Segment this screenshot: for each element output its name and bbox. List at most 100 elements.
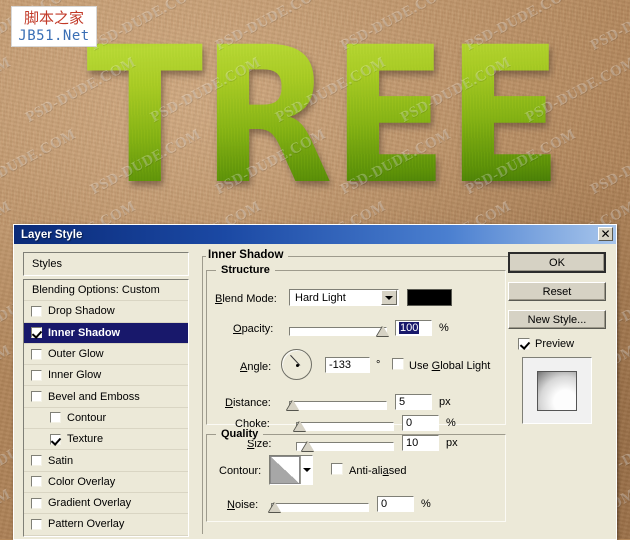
angle-unit: °: [376, 359, 381, 371]
jb51-watermark-logo: 脚本之家 JB51.Net: [11, 6, 97, 47]
ok-button[interactable]: OK: [508, 252, 606, 273]
choke-value: 0: [406, 417, 413, 429]
style-row-texture[interactable]: Texture: [24, 429, 188, 451]
distance-label: Distance:: [225, 397, 271, 409]
styles-header-label: Styles: [32, 258, 62, 270]
distance-value: 5: [399, 396, 406, 408]
noise-slider-track[interactable]: [271, 503, 369, 512]
chevron-down-icon[interactable]: [300, 456, 312, 484]
contour-label: Contour:: [219, 465, 262, 477]
style-row-label: Inner Shadow: [48, 326, 121, 339]
jb51-logo-chinese: 脚本之家: [23, 8, 84, 27]
noise-unit: %: [421, 498, 431, 510]
style-row-label: Bevel and Emboss: [48, 390, 140, 403]
opacity-slider-track[interactable]: [289, 327, 387, 336]
angle-dial[interactable]: [281, 349, 312, 380]
style-row-bevel-and-emboss[interactable]: Bevel and Emboss: [24, 386, 188, 408]
angle-input[interactable]: -133: [325, 357, 370, 373]
style-checkbox[interactable]: [31, 476, 42, 488]
style-row-satin[interactable]: Satin: [24, 450, 188, 472]
style-row-outer-glow[interactable]: Outer Glow: [24, 344, 188, 366]
settings-panel: Inner Shadow Structure Blend Mode: Hard …: [202, 249, 510, 534]
style-checkbox[interactable]: [31, 455, 42, 467]
style-row-pattern-overlay[interactable]: Pattern Overlay: [24, 514, 188, 536]
preview-toggle-row[interactable]: Preview: [518, 338, 606, 350]
noise-slider-thumb[interactable]: [269, 502, 281, 512]
preview-thumbnail-shape: [537, 370, 577, 411]
use-global-light-label: Use Global Light: [409, 360, 491, 372]
structure-group-label: Structure: [216, 264, 275, 276]
style-row-label: Texture: [67, 433, 104, 446]
dialog-titlebar[interactable]: Layer Style ✕: [14, 225, 616, 244]
style-checkbox[interactable]: [31, 369, 42, 381]
new-style-button[interactable]: New Style...: [508, 310, 606, 329]
noise-input[interactable]: 0: [377, 496, 414, 512]
structure-group: Structure Blend Mode: Hard Light Opacity…: [206, 264, 506, 425]
style-row-drop-shadow[interactable]: Drop Shadow: [24, 301, 188, 323]
distance-slider-track[interactable]: [289, 401, 387, 410]
style-checkbox[interactable]: [31, 348, 42, 360]
noise-label: Noise:: [227, 499, 259, 511]
style-row-label: Contour: [67, 411, 107, 424]
style-row-gradient-overlay[interactable]: Gradient Overlay: [24, 493, 188, 515]
choke-input[interactable]: 0: [402, 415, 439, 431]
styles-list[interactable]: Blending Options: Custom Drop Shadow Inner…: [23, 279, 189, 537]
style-row-contour[interactable]: Contour: [24, 408, 188, 430]
shadow-color-swatch[interactable]: [407, 289, 452, 306]
chevron-down-icon[interactable]: [381, 290, 397, 305]
distance-unit: px: [439, 396, 451, 408]
style-checkbox[interactable]: [50, 412, 61, 424]
style-row-label: Pattern Overlay: [48, 518, 125, 531]
preview-label: Preview: [535, 338, 575, 350]
style-row-inner-glow[interactable]: Inner Glow: [24, 365, 188, 387]
use-global-light-checkbox[interactable]: [392, 358, 404, 370]
preview-thumbnail: [522, 357, 592, 424]
contour-select[interactable]: [269, 455, 313, 485]
choke-slider-thumb[interactable]: [294, 421, 306, 431]
opacity-value: 100: [399, 322, 420, 334]
angle-label: Angle:: [240, 361, 272, 373]
styles-panel: Styles Blending Options: Custom Drop Shad…: [23, 252, 189, 537]
opacity-unit: %: [439, 322, 449, 334]
style-checkbox[interactable]: [50, 433, 61, 445]
style-row-label: Gradient Overlay: [48, 497, 132, 510]
choke-unit: %: [446, 417, 456, 429]
anti-aliased-checkbox[interactable]: [331, 463, 343, 475]
style-checkbox[interactable]: [31, 518, 42, 530]
preview-checkbox[interactable]: [518, 338, 530, 350]
angle-dial-pointer: [290, 354, 301, 366]
style-row-label: Inner Glow: [48, 369, 102, 382]
blend-mode-select[interactable]: Hard Light: [289, 289, 399, 306]
style-row-label: Outer Glow: [48, 348, 104, 361]
style-checkbox[interactable]: [31, 305, 42, 317]
opacity-label: Opacity:: [233, 323, 274, 335]
style-checkbox[interactable]: [31, 391, 42, 403]
blend-mode-value: Hard Light: [295, 291, 346, 304]
tree-text: TREE: [86, 5, 564, 225]
contour-curve-icon: [270, 456, 300, 484]
style-row-blending-options-custom[interactable]: Blending Options: Custom: [24, 280, 188, 302]
opacity-input[interactable]: 100: [395, 320, 432, 336]
style-row-label: Drop Shadow: [48, 305, 115, 318]
style-row-inner-shadow[interactable]: Inner Shadow: [24, 322, 188, 344]
jb51-logo-latin: JB51.Net: [18, 27, 90, 44]
close-icon[interactable]: ✕: [598, 227, 613, 241]
style-checkbox[interactable]: [31, 497, 42, 509]
dialog-actions: OK Reset New Style... Preview: [508, 252, 606, 424]
angle-value: -133: [329, 359, 352, 371]
opacity-slider-thumb[interactable]: [377, 326, 389, 336]
styles-header-box[interactable]: Styles: [23, 252, 189, 276]
style-row-color-overlay[interactable]: Color Overlay: [24, 472, 188, 493]
quality-group-label: Quality: [216, 428, 264, 440]
style-checkbox[interactable]: [31, 327, 42, 339]
distance-slider-thumb[interactable]: [287, 400, 299, 410]
layer-style-dialog: Layer Style ✕ Styles Blending Options: C…: [13, 224, 617, 540]
noise-value: 0: [381, 498, 388, 510]
choke-slider-track[interactable]: [296, 422, 394, 431]
quality-group: Quality Contour: Anti-aliased Noise: 0 %: [206, 428, 506, 522]
reset-button[interactable]: Reset: [508, 282, 606, 301]
dialog-body: Styles Blending Options: Custom Drop Shad…: [14, 244, 616, 539]
style-row-label: Blending Options: Custom: [32, 284, 160, 297]
style-row-label: Color Overlay: [48, 475, 116, 488]
distance-input[interactable]: 5: [395, 394, 432, 410]
